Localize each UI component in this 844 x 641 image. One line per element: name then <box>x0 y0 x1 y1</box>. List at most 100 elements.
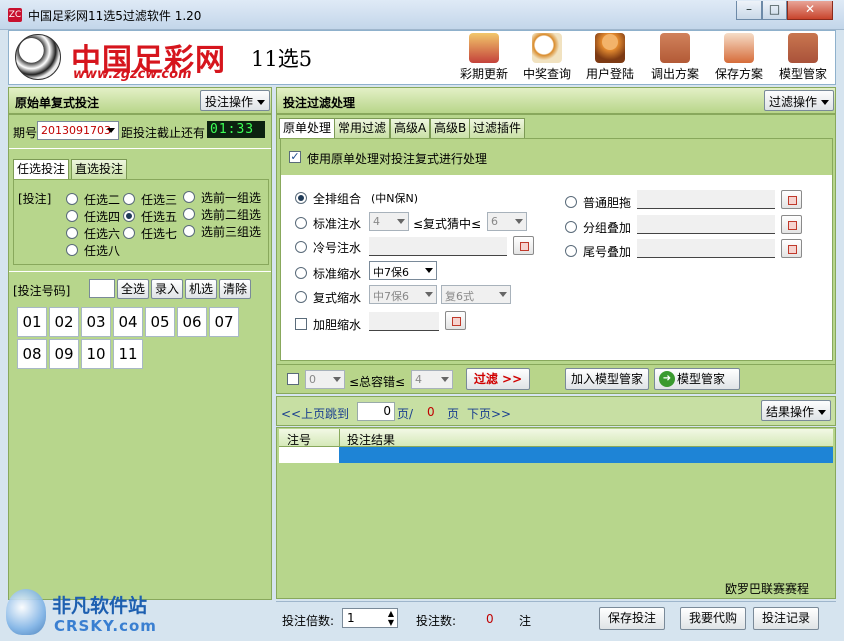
filter-button[interactable]: 过滤 >> <box>466 368 530 390</box>
chevron-down-icon <box>515 219 523 224</box>
issue-select[interactable]: 2013091703 <box>37 121 119 140</box>
select-all-button[interactable]: 全选 <box>117 279 149 299</box>
total-pages: 0 <box>427 405 435 419</box>
tab-advanced-a[interactable]: 高级A <box>390 118 431 138</box>
tool-model-manager[interactable]: 模型管家 <box>772 33 834 82</box>
radio-ren6[interactable] <box>66 227 78 239</box>
radio-ren5[interactable] <box>123 210 135 222</box>
agent-buy-button[interactable]: 我要代购 <box>680 607 746 630</box>
tab-common-filter[interactable]: 常用过滤 <box>334 118 391 138</box>
tool-user-login[interactable]: 用户登陆 <box>579 33 641 82</box>
tab-original[interactable]: 原单处理 <box>279 118 336 139</box>
use-original-checkbox[interactable]: ✓ <box>289 151 301 163</box>
tool-update-issue[interactable]: 彩期更新 <box>453 33 515 82</box>
number-07[interactable]: 07 <box>209 307 239 337</box>
number-02[interactable]: 02 <box>49 307 79 337</box>
gallbladder-field[interactable] <box>369 312 439 331</box>
radio-ren3[interactable] <box>123 193 135 205</box>
radio-full-combo[interactable] <box>295 192 307 204</box>
multiple-spinner[interactable]: 1 ▲ ▼ <box>342 608 398 628</box>
tolerance-max-select[interactable]: 4 <box>411 370 453 389</box>
number-03[interactable]: 03 <box>81 307 111 337</box>
radio-standard-water[interactable] <box>295 217 307 229</box>
europa-schedule-link[interactable]: 欧罗巴联赛赛程 <box>725 580 809 597</box>
tab-direct-bet[interactable]: 直选投注 <box>71 159 128 179</box>
package-icon <box>469 33 499 63</box>
number-count-input[interactable] <box>89 279 115 298</box>
random-pick-button[interactable]: 机选 <box>185 279 217 299</box>
minimize-button[interactable]: – <box>736 1 762 20</box>
tail-add-field[interactable] <box>637 239 775 258</box>
complex-shrink-select2[interactable]: 复6式 <box>441 285 511 304</box>
table-row-cell[interactable] <box>279 447 339 463</box>
radio-ren7[interactable] <box>123 227 135 239</box>
maximize-button[interactable]: □ <box>762 1 787 20</box>
group-add-field[interactable] <box>637 215 775 234</box>
bet-ops-dropdown[interactable]: 投注操作 <box>200 90 271 111</box>
tool-prize-query[interactable]: 中奖查询 <box>516 33 578 82</box>
radio-tail-add[interactable] <box>565 245 577 257</box>
radio-ren8[interactable] <box>66 244 78 256</box>
left-tabs: 任选投注 直选投注 <box>13 159 269 180</box>
tolerance-min-select[interactable]: 0 <box>305 370 345 389</box>
result-ops-dropdown[interactable]: 结果操作 <box>761 400 832 421</box>
total-unit-label: 页 <box>447 407 460 421</box>
standard-water-select[interactable]: 4 <box>369 212 409 231</box>
enter-button[interactable]: 录入 <box>151 279 183 299</box>
tab-advanced-b[interactable]: 高级B <box>430 118 471 138</box>
label-ren7: 任选七 <box>141 227 178 241</box>
prev-page-link[interactable]: <<上页 <box>281 405 325 422</box>
complex-hit-select[interactable]: 6 <box>487 212 527 231</box>
tab-random-bet[interactable]: 任选投注 <box>13 159 70 180</box>
results-header: 注号 投注结果 <box>279 429 833 447</box>
number-04[interactable]: 04 <box>113 307 143 337</box>
filter-tabs: 原单处理 常用过滤 高级A 高级B 过滤插件 <box>279 118 835 139</box>
filter-ops-dropdown[interactable]: 过滤操作 <box>764 90 835 111</box>
spinner-arrows-icon[interactable]: ▲ ▼ <box>388 609 394 627</box>
tool-save-plan[interactable]: 保存方案 <box>708 33 770 82</box>
table-row-selected[interactable] <box>339 447 833 463</box>
page-input[interactable]: 0 <box>357 402 395 421</box>
radio-normal-drag[interactable] <box>565 196 577 208</box>
bet-record-button[interactable]: 投注记录 <box>753 607 819 630</box>
radio-front2[interactable] <box>183 208 195 220</box>
radio-standard-shrink[interactable] <box>295 267 307 279</box>
radio-front1[interactable] <box>183 191 195 203</box>
label-ren4: 任选四 <box>84 210 121 224</box>
standard-shrink-select[interactable]: 中7保6 <box>369 261 437 280</box>
radio-ren2[interactable] <box>66 193 78 205</box>
house-model-icon <box>788 33 818 63</box>
tab-filter-plugin[interactable]: 过滤插件 <box>469 118 526 138</box>
normal-drag-edit-icon[interactable] <box>781 190 802 209</box>
number-06[interactable]: 06 <box>177 307 207 337</box>
add-model-button[interactable]: 加入模型管家 <box>565 368 649 390</box>
gallbladder-shrink-checkbox[interactable] <box>295 318 307 330</box>
cold-water-edit-icon[interactable] <box>513 236 534 255</box>
radio-front3[interactable] <box>183 225 195 237</box>
group-add-edit-icon[interactable] <box>781 215 802 234</box>
tool-load-plan[interactable]: 调出方案 <box>644 33 706 82</box>
number-08[interactable]: 08 <box>17 339 47 369</box>
number-11[interactable]: 11 <box>113 339 143 369</box>
model-manager-button[interactable]: ➜ 模型管家 <box>654 368 740 390</box>
number-05[interactable]: 05 <box>145 307 175 337</box>
radio-ren4[interactable] <box>66 210 78 222</box>
radio-complex-shrink[interactable] <box>295 291 307 303</box>
complex-shrink-select1[interactable]: 中7保6 <box>369 285 437 304</box>
normal-drag-field[interactable] <box>637 190 775 209</box>
cold-water-field[interactable] <box>369 237 507 256</box>
save-bet-button[interactable]: 保存投注 <box>599 607 665 630</box>
chevron-down-icon <box>821 100 830 105</box>
number-01[interactable]: 01 <box>17 307 47 337</box>
number-09[interactable]: 09 <box>49 339 79 369</box>
tolerance-checkbox[interactable] <box>287 373 299 385</box>
number-10[interactable]: 10 <box>81 339 111 369</box>
clear-button[interactable]: 清除 <box>219 279 251 299</box>
tail-add-edit-icon[interactable] <box>781 239 802 258</box>
radio-group-add[interactable] <box>565 221 577 233</box>
gallbladder-edit-icon[interactable] <box>445 311 466 330</box>
radio-cold-water[interactable] <box>295 241 307 253</box>
label-front3: 选前三组选 <box>201 225 262 239</box>
next-page-link[interactable]: 下页>> <box>467 405 511 422</box>
close-button[interactable]: ✕ <box>787 1 833 20</box>
